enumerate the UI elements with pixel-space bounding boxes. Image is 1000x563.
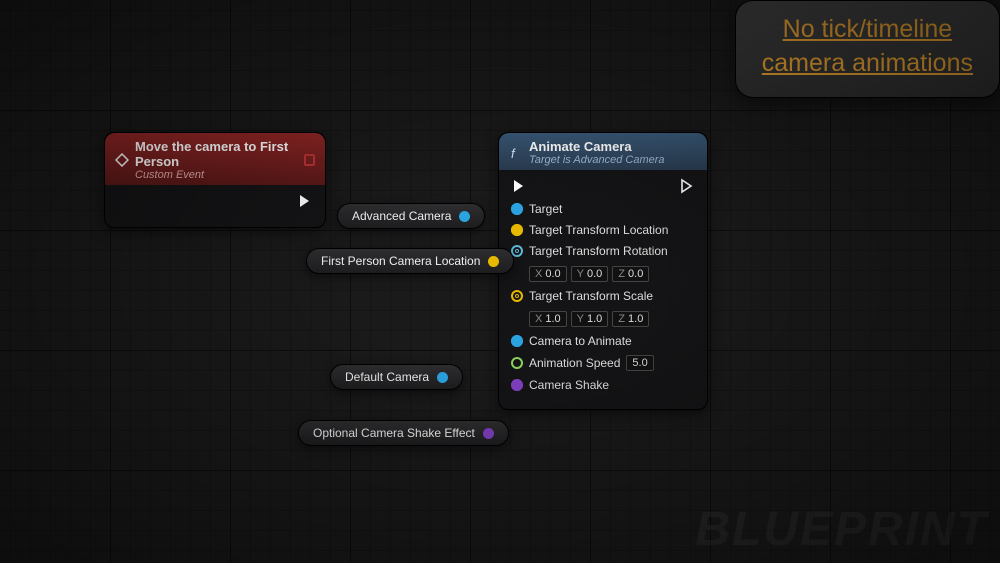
rot-y-input[interactable]: Y0.0 [571,266,609,282]
node-header[interactable]: Move the camera to First Person Custom E… [105,133,325,185]
scale-y-input[interactable]: Y1.0 [571,311,609,327]
object-pin-icon [511,335,523,347]
class-pin-icon[interactable] [483,428,494,439]
pin-target-location[interactable]: Target Transform Location [511,223,695,237]
exec-out-pin[interactable] [297,193,313,209]
node-subtitle: Target is Advanced Camera [529,154,665,166]
pin-animation-speed[interactable]: Animation Speed 5.0 [511,355,695,371]
event-icon [115,153,129,167]
vector-pin-icon [511,224,523,236]
function-icon: f [509,146,523,160]
scale-z-input[interactable]: Z1.0 [612,311,649,327]
node-title: Animate Camera [529,139,665,154]
float-pin-icon [511,357,523,369]
var-advanced-camera[interactable]: Advanced Camera [337,203,485,229]
class-pin-icon [511,379,523,391]
vector-pin-icon[interactable] [488,256,499,267]
rot-z-input[interactable]: Z0.0 [612,266,649,282]
exec-out-pin[interactable] [679,178,695,194]
blueprint-watermark: BLUEPRINT [695,502,988,557]
object-pin-icon[interactable] [437,372,448,383]
var-default-camera[interactable]: Default Camera [330,364,463,390]
pin-target-scale[interactable]: Target Transform Scale X1.0 Y1.0 Z1.0 [511,289,695,327]
title-banner: No tick/timeline camera animations [735,0,1000,98]
object-pin-icon [511,203,523,215]
scale-x-input[interactable]: X1.0 [529,311,567,327]
pin-target-rotation[interactable]: Target Transform Rotation X0.0 Y0.0 Z0.0 [511,244,695,282]
pin-camera-shake[interactable]: Camera Shake [511,378,695,392]
node-subtitle: Custom Event [135,169,298,181]
var-optional-camera-shake-effect[interactable]: Optional Camera Shake Effect [298,420,509,446]
vector-pin-icon [511,290,523,302]
delegate-pin[interactable] [304,154,315,166]
var-first-person-camera-location[interactable]: First Person Camera Location [306,248,514,274]
node-animate-camera[interactable]: f Animate Camera Target is Advanced Came… [498,132,708,410]
node-title: Move the camera to First Person [135,139,298,169]
speed-input[interactable]: 5.0 [626,355,653,371]
rot-x-input[interactable]: X0.0 [529,266,567,282]
exec-in-pin[interactable] [511,178,527,194]
object-pin-icon[interactable] [459,211,470,222]
node-custom-event[interactable]: Move the camera to First Person Custom E… [104,132,326,228]
pin-camera-to-animate[interactable]: Camera to Animate [511,334,695,348]
svg-text:f: f [511,146,516,160]
node-header[interactable]: f Animate Camera Target is Advanced Came… [499,133,707,170]
pin-target[interactable]: Target [511,202,695,216]
